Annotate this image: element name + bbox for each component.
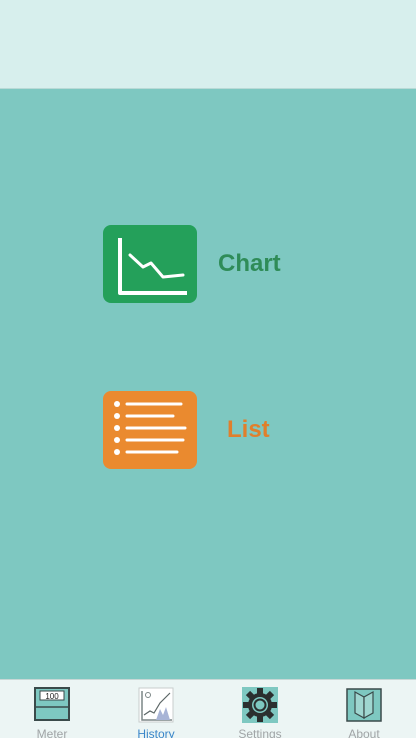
navigation-bar — [0, 0, 416, 89]
tab-bar: 100 Meter History Settings About — [0, 679, 416, 738]
book-icon — [346, 688, 382, 722]
tab-meter-label: Meter — [36, 727, 68, 738]
chart-button[interactable]: Chart — [103, 225, 281, 303]
tab-settings[interactable]: Settings — [208, 680, 312, 738]
list-icon — [103, 391, 197, 469]
tab-about-label: About — [348, 727, 380, 738]
list-label: List — [227, 416, 270, 443]
tab-history[interactable]: History — [104, 680, 208, 738]
tab-history-label: History — [137, 727, 175, 738]
svg-text:100: 100 — [45, 692, 59, 701]
tab-settings-label: Settings — [238, 727, 282, 738]
tab-about[interactable]: About — [312, 680, 416, 738]
history-screen: Chart List 100 Meter History Settings Ab… — [0, 0, 416, 738]
history-icon — [138, 687, 174, 723]
chart-label: Chart — [218, 250, 281, 277]
gear-icon — [242, 687, 278, 723]
meter-icon: 100 — [34, 687, 70, 721]
line-chart-icon — [103, 225, 197, 303]
list-button[interactable]: List — [103, 391, 270, 469]
history-menu: Chart List — [0, 89, 416, 679]
tab-meter[interactable]: 100 Meter — [0, 680, 104, 738]
